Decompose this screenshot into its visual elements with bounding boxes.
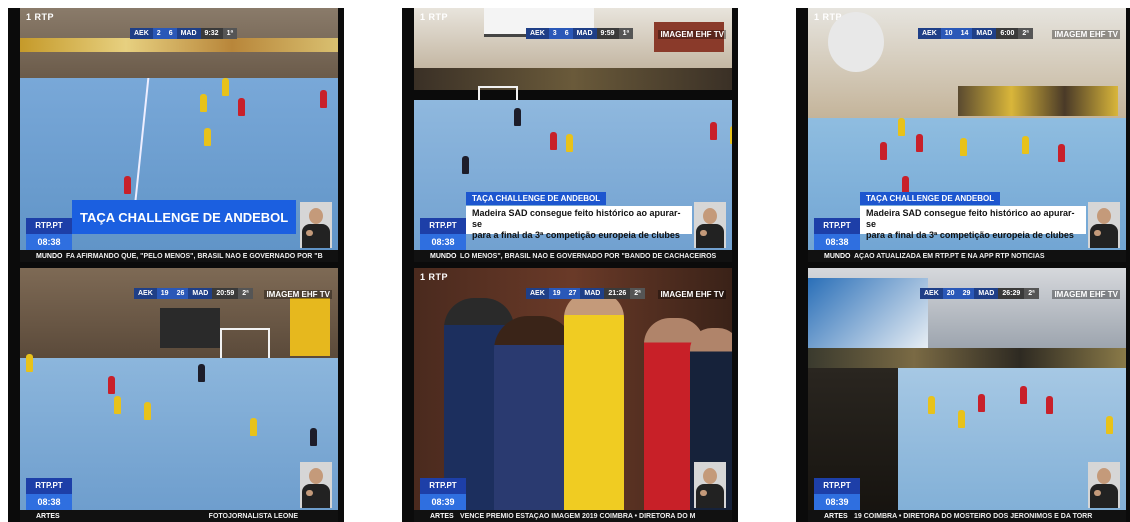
ehf-tv-watermark: IMAGEM EHF TV (264, 290, 332, 299)
broadcast-time: 08:39 (814, 494, 860, 510)
video-frame[interactable]: 1 RTP AEK 10 14 MAD 6:00 2ª IMAGEM EHF T… (808, 8, 1126, 262)
ehf-tv-watermark: IMAGEM EHF TV (1052, 30, 1120, 39)
sign-language-interpreter (300, 202, 332, 248)
scoreboard: AEK 19 26 MAD 20:59 2ª (134, 288, 253, 299)
ehf-tv-watermark: IMAGEM EHF TV (1052, 290, 1120, 299)
broadcast-time: 08:38 (26, 494, 72, 510)
news-ticker: MUNDO AÇÃO ATUALIZADA EM RTP.PT E NA APP… (808, 250, 1126, 262)
broadcast-time: 08:39 (420, 494, 466, 510)
video-column-2: AEK 3 6 MAD 9:59 1ª 1 RTP IMAGEM EHF TV … (402, 8, 738, 522)
scoreboard: AEK 2 6 MAD 9:32 1ª (130, 28, 238, 39)
news-headline: TAÇA CHALLENGE DE ANDEBOL Madeira SAD co… (466, 188, 692, 240)
rtp-channel-logo: 1 RTP (26, 12, 55, 22)
video-column-3: 1 RTP AEK 10 14 MAD 6:00 2ª IMAGEM EHF T… (796, 8, 1130, 522)
rtp-brand-box: RTP.PT 08:38 (26, 478, 72, 510)
news-ticker: MUNDO FA AFIRMANDO QUE, "PELO MENOS", BR… (20, 250, 338, 262)
ehf-tv-watermark: IMAGEM EHF TV (658, 30, 726, 39)
video-frame[interactable]: AEK 3 6 MAD 9:59 1ª 1 RTP IMAGEM EHF TV … (414, 8, 732, 262)
headline-tag: TAÇA CHALLENGE DE ANDEBOL (860, 192, 1001, 205)
sign-language-interpreter (694, 462, 726, 508)
headline-tag: TAÇA CHALLENGE DE ANDEBOL (466, 192, 607, 205)
video-frame[interactable]: AEK 20 29 MAD 26:29 2ª IMAGEM EHF TV RTP… (808, 268, 1126, 522)
scoreboard: AEK 10 14 MAD 6:00 2ª (918, 28, 1033, 39)
news-ticker: ARTES 19 COIMBRA • DIRETORA DO MOSTEIRO … (808, 510, 1126, 522)
news-ticker: ARTES VENCE PRÉMIO ESTAÇÃO IMAGEM 2019 C… (414, 510, 732, 522)
video-frame[interactable]: 1 RTP AEK 19 27 MAD 21:26 2ª IMAGEM EHF … (414, 268, 732, 522)
broadcast-time: 08:38 (814, 234, 860, 250)
scoreboard: AEK 19 27 MAD 21:26 2ª (526, 288, 645, 299)
rtp-channel-logo: 1 RTP (420, 12, 449, 22)
broadcast-time: 08:38 (420, 234, 466, 250)
broadcast-time: 08:38 (26, 234, 72, 250)
scoreboard: AEK 3 6 MAD 9:59 1ª (526, 28, 634, 39)
program-title-card: TAÇA CHALLENGE DE ANDEBOL (72, 200, 296, 234)
news-ticker: ARTES FOTOJORNALISTA LEONE (20, 510, 338, 522)
rtp-brand-box: RTP.PT 08:39 (420, 478, 466, 510)
ehf-tv-watermark: IMAGEM EHF TV (658, 290, 726, 299)
sign-language-interpreter (1088, 462, 1120, 508)
rtp-brand-box: RTP.PT 08:38 (814, 218, 860, 250)
rtp-brand-box: RTP.PT 08:38 (420, 218, 466, 250)
video-frame[interactable]: AEK 19 26 MAD 20:59 2ª IMAGEM EHF TV RTP… (20, 268, 338, 522)
rtp-channel-logo: 1 RTP (814, 12, 843, 22)
rtp-brand-box: RTP.PT 08:38 (26, 218, 72, 250)
video-frame[interactable]: 1 RTP AEK 2 6 MAD 9:32 1ª TAÇA CHALLENGE… (20, 8, 338, 262)
scoreboard: AEK 20 29 MAD 26:29 2ª (920, 288, 1039, 299)
news-headline: TAÇA CHALLENGE DE ANDEBOL Madeira SAD co… (860, 188, 1086, 240)
video-column-1: 1 RTP AEK 2 6 MAD 9:32 1ª TAÇA CHALLENGE… (8, 8, 344, 522)
sign-language-interpreter (694, 202, 726, 248)
sign-language-interpreter (1088, 202, 1120, 248)
rtp-channel-logo: 1 RTP (420, 272, 449, 282)
sign-language-interpreter (300, 462, 332, 508)
rtp-brand-box: RTP.PT 08:39 (814, 478, 860, 510)
news-ticker: MUNDO LO MENOS", BRASIL NÃO É GOVERNADO … (414, 250, 732, 262)
